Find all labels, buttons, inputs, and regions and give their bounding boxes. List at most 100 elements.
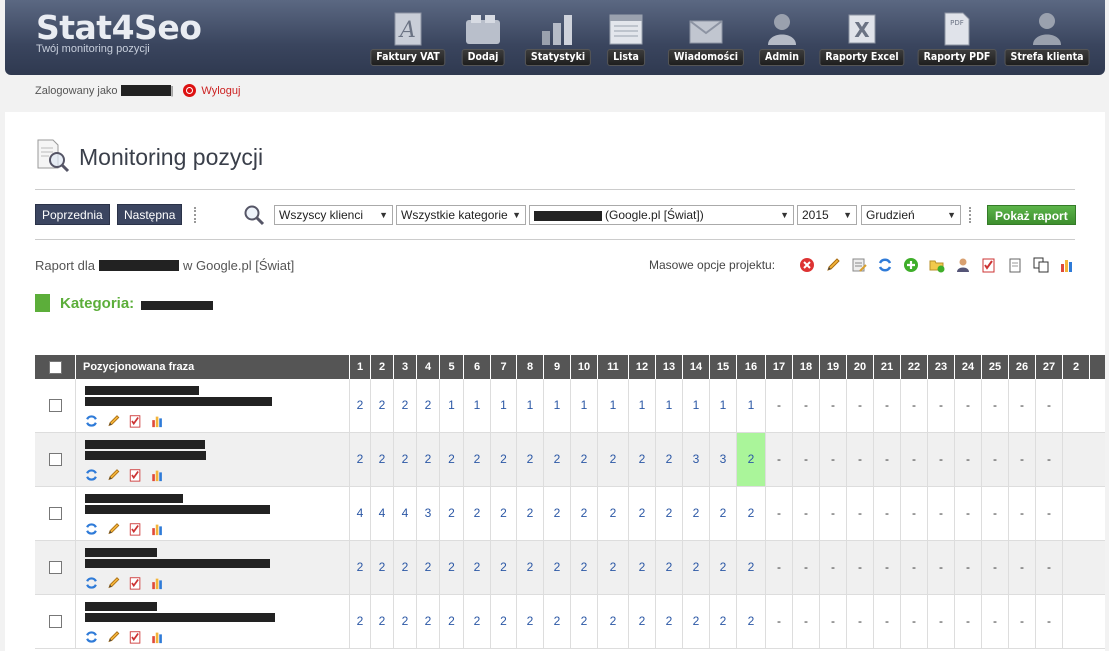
categories-select[interactable]: Wszystkie kategorie ▼ bbox=[396, 205, 526, 225]
position-cell[interactable]: 2 bbox=[491, 541, 517, 594]
checklist-icon[interactable] bbox=[128, 414, 150, 428]
phrase-redacted[interactable] bbox=[85, 548, 157, 557]
bar-chart-icon[interactable] bbox=[150, 522, 172, 536]
position-cell[interactable]: 3 bbox=[417, 487, 440, 540]
position-cell[interactable]: 2 bbox=[737, 433, 766, 486]
nav-raporty-pdf[interactable]: PDF Raporty PDF bbox=[917, 6, 997, 70]
nav-faktury-vat[interactable]: A Faktury VAT bbox=[370, 6, 446, 70]
row-checkbox[interactable] bbox=[48, 399, 62, 412]
position-cell[interactable]: 2 bbox=[683, 595, 710, 648]
position-cell[interactable]: 2 bbox=[394, 379, 417, 432]
position-cell[interactable]: 2 bbox=[544, 595, 571, 648]
phrase-redacted[interactable] bbox=[85, 494, 183, 503]
position-cell[interactable]: 2 bbox=[656, 541, 683, 594]
power-icon[interactable] bbox=[183, 84, 197, 97]
clipboard-icon[interactable] bbox=[1002, 256, 1028, 274]
position-cell[interactable]: 2 bbox=[737, 595, 766, 648]
position-cell[interactable]: 2 bbox=[737, 541, 766, 594]
position-cell[interactable]: 1 bbox=[544, 379, 571, 432]
position-cell[interactable]: 1 bbox=[571, 379, 598, 432]
position-cell[interactable]: 2 bbox=[629, 595, 656, 648]
position-cell[interactable]: 4 bbox=[350, 487, 371, 540]
nav-dodaj[interactable]: Dodaj bbox=[460, 6, 506, 70]
position-cell[interactable]: 2 bbox=[629, 433, 656, 486]
pencil-icon[interactable] bbox=[820, 256, 846, 274]
position-cell[interactable]: 2 bbox=[683, 487, 710, 540]
position-cell[interactable]: 2 bbox=[464, 541, 491, 594]
search-icon[interactable] bbox=[243, 204, 265, 229]
position-cell[interactable]: 2 bbox=[440, 541, 464, 594]
bar-chart-icon[interactable] bbox=[150, 576, 172, 590]
position-cell[interactable]: 2 bbox=[656, 433, 683, 486]
position-cell[interactable]: 2 bbox=[491, 595, 517, 648]
position-cell[interactable]: 2 bbox=[417, 379, 440, 432]
phrase-redacted[interactable] bbox=[85, 386, 199, 395]
row-checkbox[interactable] bbox=[48, 453, 62, 466]
position-cell[interactable]: 2 bbox=[710, 487, 737, 540]
position-cell[interactable]: 1 bbox=[683, 379, 710, 432]
position-cell[interactable]: 2 bbox=[517, 595, 544, 648]
position-cell[interactable]: 1 bbox=[440, 379, 464, 432]
position-cell[interactable]: 2 bbox=[394, 595, 417, 648]
position-cell[interactable]: 4 bbox=[394, 487, 417, 540]
position-cell[interactable]: 2 bbox=[464, 433, 491, 486]
position-cell[interactable]: 2 bbox=[629, 487, 656, 540]
position-cell[interactable]: 2 bbox=[571, 541, 598, 594]
position-cell[interactable]: 2 bbox=[544, 487, 571, 540]
position-cell[interactable]: 2 bbox=[440, 433, 464, 486]
checklist-icon[interactable] bbox=[128, 522, 150, 536]
show-report-button[interactable]: Pokaż raport bbox=[987, 205, 1076, 225]
position-cell[interactable]: 2 bbox=[517, 487, 544, 540]
checklist-icon[interactable] bbox=[128, 630, 150, 644]
copy-icon[interactable] bbox=[1028, 256, 1054, 274]
position-cell[interactable]: 2 bbox=[371, 379, 394, 432]
refresh-icon[interactable] bbox=[84, 630, 106, 644]
user-icon[interactable] bbox=[950, 256, 976, 274]
position-cell[interactable]: 2 bbox=[710, 541, 737, 594]
position-cell[interactable]: 4 bbox=[371, 487, 394, 540]
project-select[interactable]: (Google.pl [Świat]) ▼ bbox=[529, 205, 794, 225]
position-cell[interactable]: 2 bbox=[571, 487, 598, 540]
position-cell[interactable]: 2 bbox=[440, 487, 464, 540]
position-cell[interactable]: 2 bbox=[417, 541, 440, 594]
pencil-icon[interactable] bbox=[106, 414, 128, 428]
pencil-icon[interactable] bbox=[106, 630, 128, 644]
position-cell[interactable]: 2 bbox=[544, 433, 571, 486]
position-cell[interactable]: 2 bbox=[350, 595, 371, 648]
checklist-icon[interactable] bbox=[128, 576, 150, 590]
month-select[interactable]: Grudzień ▼ bbox=[861, 205, 961, 225]
nav-statystyki[interactable]: Statystyki bbox=[524, 6, 592, 70]
position-cell[interactable]: 1 bbox=[710, 379, 737, 432]
position-cell[interactable]: 1 bbox=[491, 379, 517, 432]
logout-link[interactable]: Wyloguj bbox=[201, 85, 240, 97]
position-cell[interactable]: 3 bbox=[683, 433, 710, 486]
add-circle-icon[interactable] bbox=[898, 256, 924, 274]
pencil-icon[interactable] bbox=[106, 576, 128, 590]
select-all-checkbox[interactable] bbox=[48, 360, 62, 374]
refresh-icon[interactable] bbox=[84, 468, 106, 482]
position-cell[interactable]: 2 bbox=[517, 433, 544, 486]
checklist-icon[interactable] bbox=[976, 256, 1002, 274]
next-button[interactable]: Następna bbox=[117, 204, 183, 225]
position-cell[interactable]: 1 bbox=[629, 379, 656, 432]
position-cell[interactable]: 2 bbox=[394, 433, 417, 486]
position-cell[interactable]: 2 bbox=[371, 541, 394, 594]
nav-admin[interactable]: Admin bbox=[759, 6, 805, 70]
position-cell[interactable]: 2 bbox=[683, 541, 710, 594]
add-folder-icon[interactable] bbox=[924, 256, 950, 274]
refresh-icon[interactable] bbox=[84, 522, 106, 536]
clients-select[interactable]: Wszyscy klienci ▼ bbox=[274, 205, 393, 225]
position-cell[interactable]: 3 bbox=[710, 433, 737, 486]
position-cell[interactable]: 2 bbox=[656, 595, 683, 648]
position-cell[interactable]: 2 bbox=[598, 595, 629, 648]
pencil-icon[interactable] bbox=[106, 468, 128, 482]
bar-chart-icon[interactable] bbox=[1054, 256, 1080, 274]
refresh-icon[interactable] bbox=[84, 414, 106, 428]
bar-chart-icon[interactable] bbox=[150, 468, 172, 482]
position-cell[interactable]: 2 bbox=[371, 595, 394, 648]
position-cell[interactable]: 1 bbox=[464, 379, 491, 432]
position-cell[interactable]: 1 bbox=[737, 379, 766, 432]
position-cell[interactable]: 2 bbox=[417, 433, 440, 486]
position-cell[interactable]: 1 bbox=[598, 379, 629, 432]
phrase-redacted[interactable] bbox=[85, 602, 157, 611]
